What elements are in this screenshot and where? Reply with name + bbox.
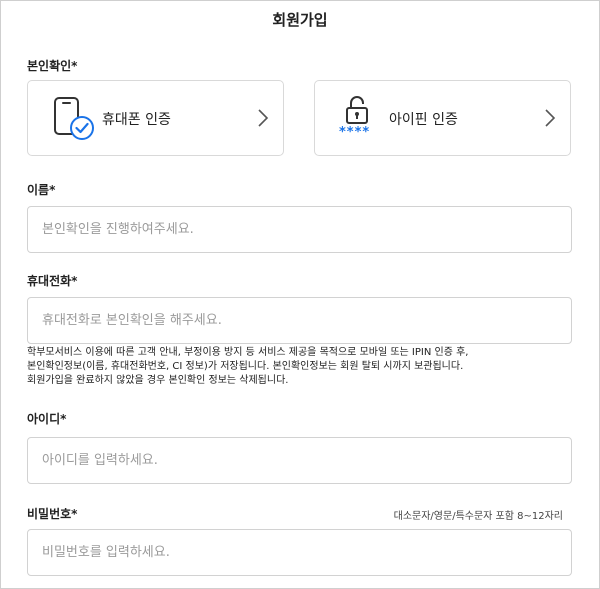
password-field[interactable] <box>27 529 572 576</box>
ipin-stars: **** <box>339 125 371 140</box>
userid-field[interactable] <box>27 437 572 484</box>
padlock-icon <box>343 95 371 125</box>
identity-label: 본인확인* <box>27 59 78 73</box>
signup-panel: 회원가입 본인확인* 휴대폰 인증 **** 아이핀 인증 이름* 본인확인을 … <box>0 0 600 589</box>
page-title: 회원가입 <box>272 11 328 29</box>
userid-label: 아이디* <box>27 412 67 426</box>
notice-line: 학부모서비스 이용에 따른 고객 안내, 부정이용 방지 등 서비스 제공을 목… <box>27 347 469 358</box>
phone-check-icon <box>52 95 96 143</box>
ipin-verification-button[interactable]: **** 아이핀 인증 <box>314 80 571 156</box>
phone-label: 휴대전화* <box>27 274 78 288</box>
phone-verification-label: 휴대폰 인증 <box>102 112 171 128</box>
notice-line: 회원가입을 완료하지 않았을 경우 본인확인 정보는 삭제됩니다. <box>27 375 289 386</box>
password-label: 비밀번호* <box>27 507 78 521</box>
chevron-right-icon <box>257 108 269 128</box>
phone-verification-button[interactable]: 휴대폰 인증 <box>27 80 284 156</box>
password-hint: 대소문자/영문/특수문자 포함 8~12자리 <box>393 511 563 522</box>
notice-line: 본인확인정보(이름, 휴대전화번호, CI 정보)가 저장됩니다. 본인확인정보… <box>27 361 464 372</box>
phone-field[interactable] <box>27 297 572 344</box>
name-field[interactable] <box>27 206 572 253</box>
chevron-right-icon <box>544 108 556 128</box>
name-label: 이름* <box>27 183 56 197</box>
ipin-verification-label: 아이핀 인증 <box>389 112 458 128</box>
privacy-notice: 학부모서비스 이용에 따른 고객 안내, 부정이용 방지 등 서비스 제공을 목… <box>27 346 587 388</box>
